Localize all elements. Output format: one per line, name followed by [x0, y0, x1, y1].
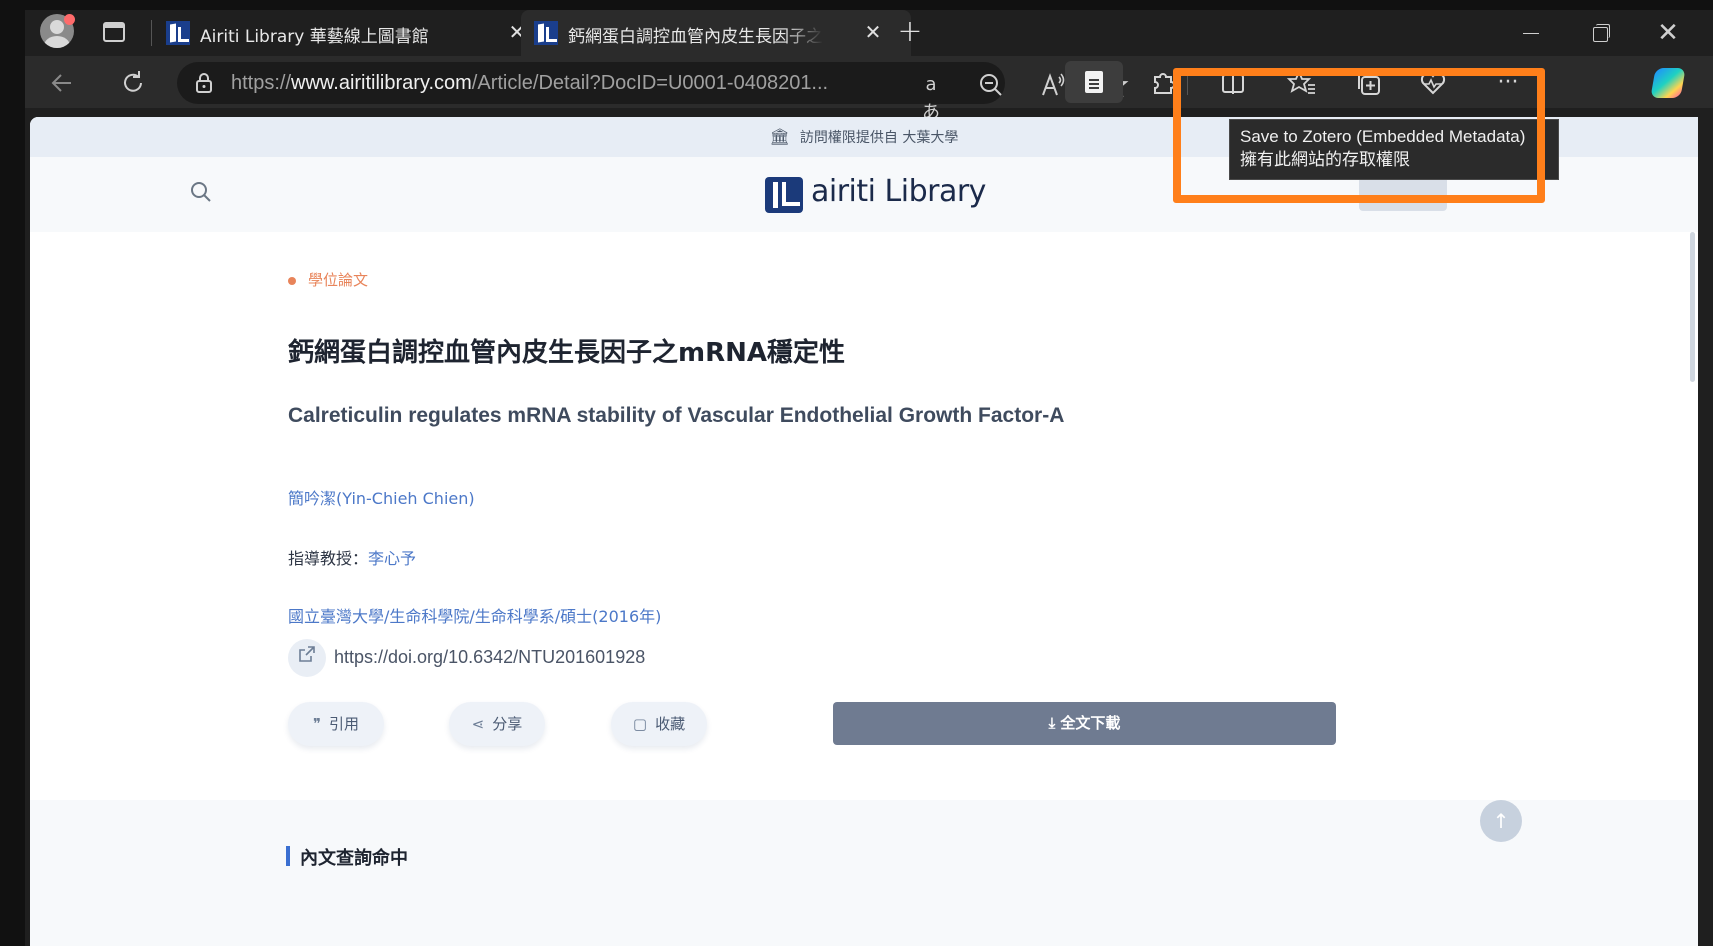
page-scrollbar[interactable]	[1690, 232, 1695, 382]
new-tab-button[interactable]: +	[895, 17, 925, 48]
back-to-top-icon[interactable]: ↑	[1480, 800, 1522, 842]
advisor-link[interactable]: 李心予	[368, 549, 416, 568]
lower-section	[30, 800, 1698, 946]
logo-text: airiti Library	[811, 174, 986, 209]
zotero-save-icon[interactable]	[1065, 61, 1123, 103]
document-category: 學位論文	[288, 269, 368, 290]
tab-bar: Airiti Library 華藝線上圖書館 ✕ 鈣網蛋白調控血管內皮生長因子之…	[25, 10, 1713, 56]
advisor-label: 指導教授：	[288, 549, 369, 568]
quote-icon: ❞	[312, 715, 322, 733]
translate-icon[interactable]: aあ	[917, 71, 945, 123]
copilot-icon[interactable]	[1650, 68, 1686, 98]
zotero-highlight-box	[1173, 68, 1545, 203]
section-heading: 內文查詢命中	[286, 844, 408, 870]
close-window-button[interactable]: ✕	[1648, 16, 1688, 50]
download-icon: ⤓	[1048, 714, 1061, 732]
article-title-en: Calreticulin regulates mRNA stability of…	[288, 404, 1065, 427]
airiti-logo-mark-icon	[765, 177, 803, 213]
advisor-row: 指導教授：李心予	[288, 545, 416, 569]
minimize-button[interactable]	[1510, 16, 1550, 50]
bookmark-icon: ▢	[632, 715, 648, 733]
url-text[interactable]: https://www.airitilibrary.com/Article/De…	[231, 72, 828, 95]
profile-notification-dot	[64, 14, 75, 25]
airiti-favicon-icon	[166, 21, 190, 45]
tab-close-icon[interactable]: ✕	[863, 22, 883, 42]
tab-separator	[151, 20, 152, 46]
search-icon[interactable]	[190, 181, 212, 209]
tab-title: Airiti Library 華藝線上圖書館	[200, 27, 429, 47]
zoom-out-icon[interactable]	[977, 71, 1005, 99]
read-aloud-icon[interactable]	[1039, 71, 1067, 99]
tab-actions-icon[interactable]	[103, 22, 125, 42]
tab-article-detail[interactable]: 鈣網蛋白調控血管內皮生長因子之 ✕	[521, 10, 911, 56]
tab-title: 鈣網蛋白調控血管內皮生長因子之	[568, 27, 823, 47]
share-button[interactable]: ⋖ 分享	[449, 702, 545, 746]
access-notice: 訪問權限提供自 大葉大學	[799, 130, 959, 146]
cite-button[interactable]: ❞ 引用	[288, 702, 384, 746]
airiti-favicon-icon	[534, 21, 558, 45]
refresh-icon[interactable]	[116, 66, 150, 100]
site-info-lock-icon[interactable]	[193, 72, 215, 94]
doi-link[interactable]: https://doi.org/10.6342/NTU201601928	[334, 647, 645, 668]
back-arrow-icon[interactable]	[45, 66, 79, 100]
article-title-zh: 鈣網蛋白調控血管內皮生長因子之mRNA穩定性	[288, 338, 845, 368]
address-bar[interactable]: https://www.airitilibrary.com/Article/De…	[177, 62, 1129, 123]
institution-link[interactable]: 國立臺灣大學/生命科學院/生命科學系/碩士(2016年)	[288, 603, 661, 627]
share-icon: ⋖	[471, 715, 485, 733]
external-link-icon[interactable]	[288, 639, 326, 677]
download-fulltext-button[interactable]: ⤓ 全文下載	[833, 702, 1336, 745]
bookmark-button[interactable]: ▢ 收藏	[611, 702, 707, 746]
web-page: 🏛 訪問權限提供自 大葉大學 airiti Library 學位論文 鈣網蛋白調控…	[30, 117, 1698, 946]
institution-bank-icon: 🏛	[769, 127, 790, 146]
restore-button[interactable]	[1579, 16, 1619, 50]
tab-airiti-library[interactable]: Airiti Library 華藝線上圖書館 ✕	[153, 10, 538, 56]
author-link[interactable]: 簡吟潔(Yin-Chieh Chien)	[288, 485, 475, 509]
